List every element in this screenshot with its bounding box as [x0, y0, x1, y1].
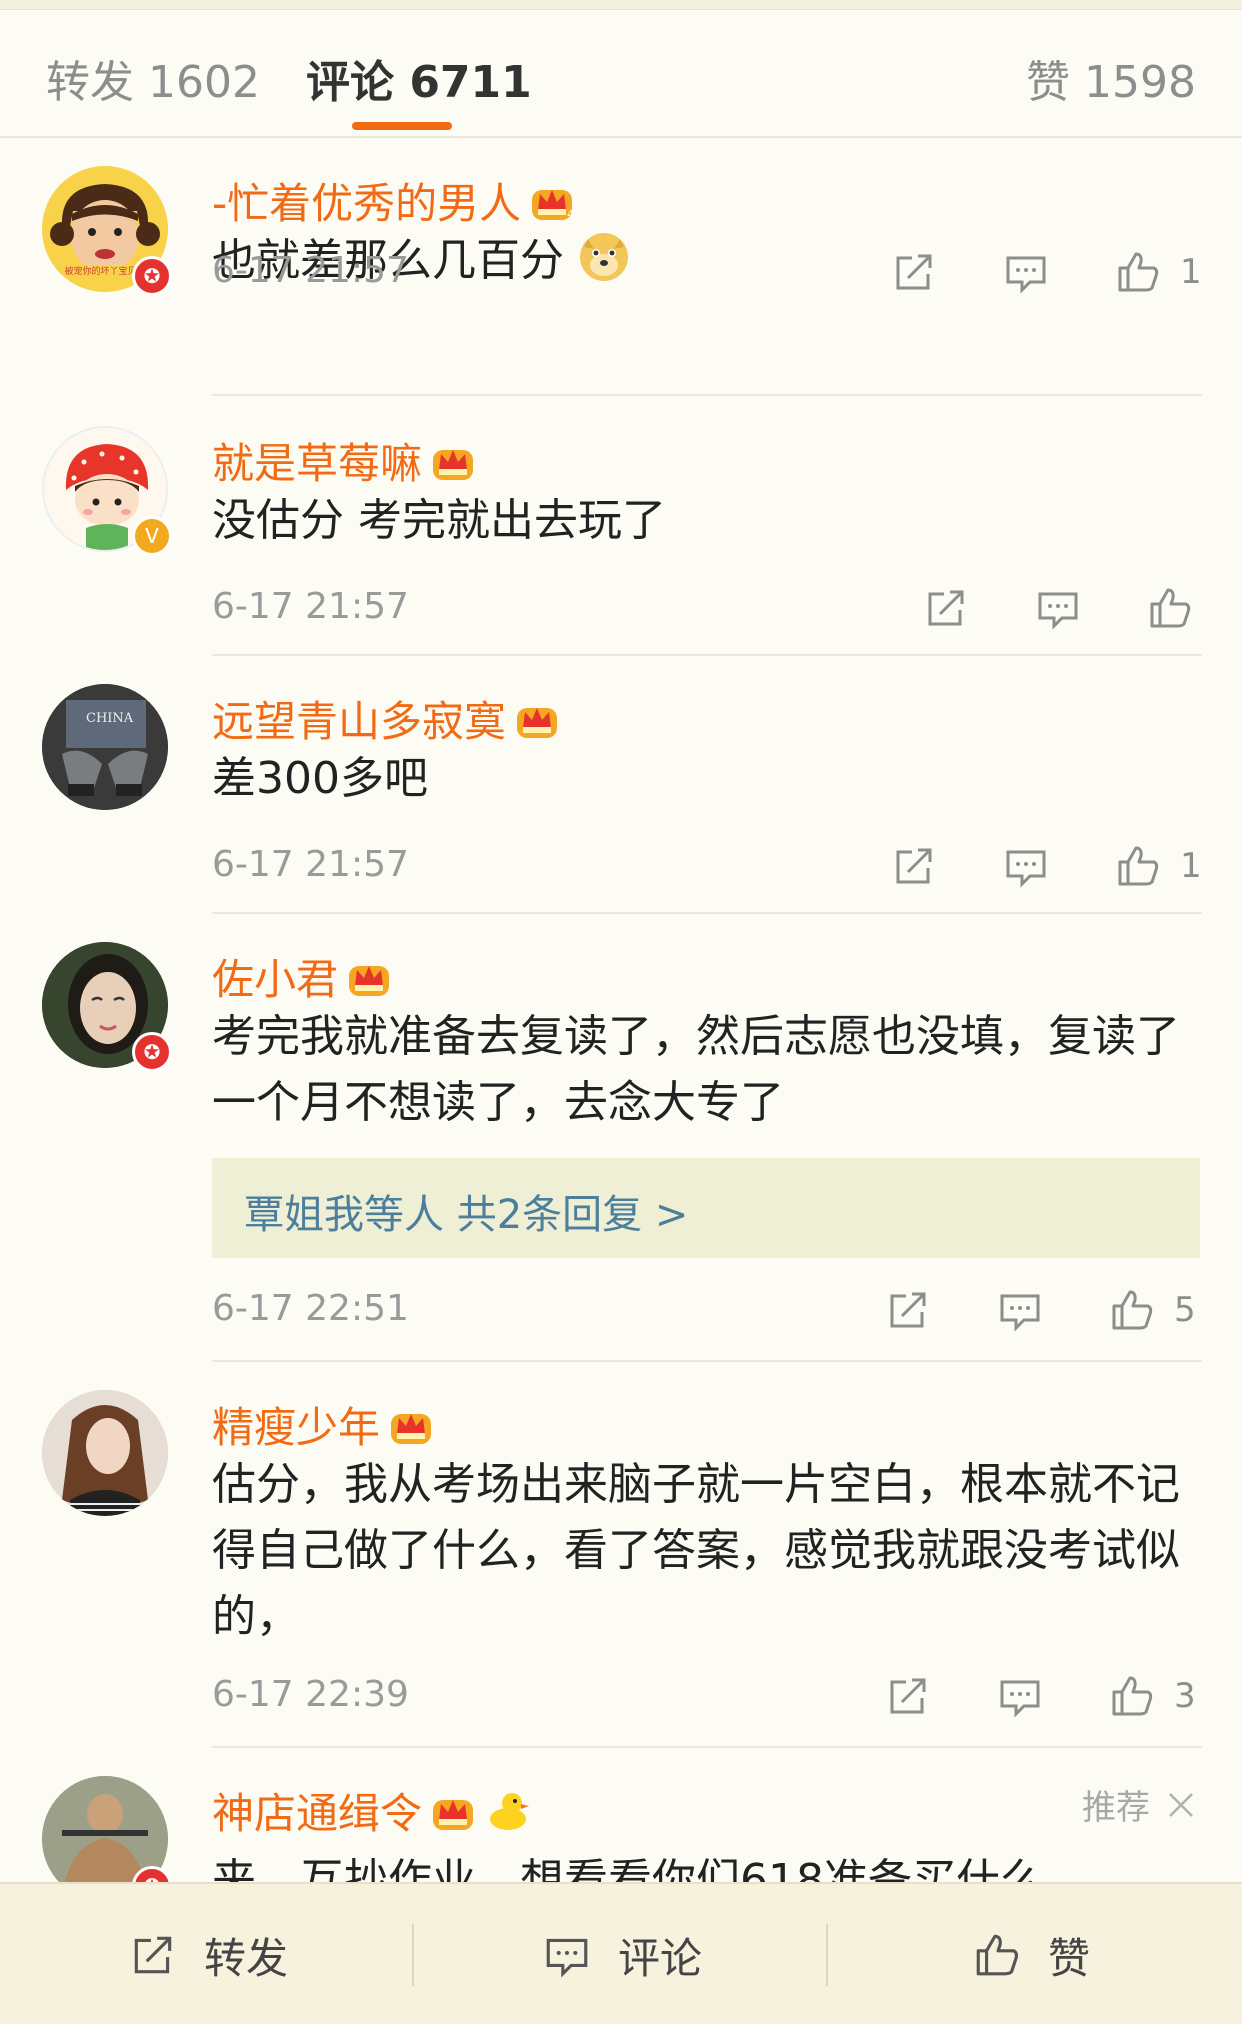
avatar-photo-image [42, 1390, 168, 1516]
like-count: 5 [1174, 1290, 1196, 1330]
like-icon[interactable] [1114, 248, 1162, 296]
like-count: 1 [1180, 252, 1202, 292]
reply-preview-box[interactable]: 覃姐我等人 共2条回复 > [212, 1158, 1200, 1258]
comment-icon[interactable] [996, 1672, 1044, 1720]
username[interactable]: -忙着优秀的男人 [212, 170, 521, 231]
comment-icon [546, 1938, 588, 1978]
comment-text-line: 一个月不想读了，去念大专了 [212, 1077, 784, 1128]
verified-badge-icon: ✪ [132, 1032, 172, 1072]
repost-icon [134, 1936, 172, 1974]
username[interactable]: 远望青山多寂寞 [212, 688, 506, 749]
tab-repost[interactable]: 转发 1602 [46, 46, 260, 110]
like-icon[interactable] [1108, 1286, 1156, 1334]
avatar[interactable] [42, 1390, 168, 1516]
like-icon [976, 1934, 1018, 1976]
comment-time: 6-17 21:57 [212, 844, 409, 885]
vip-crown-icon [433, 449, 474, 480]
comment-icon[interactable] [1002, 248, 1050, 296]
separator [412, 1924, 414, 1986]
comment-actions: 1 [890, 842, 1220, 890]
comment-time: 6-17 22:39 [212, 1674, 409, 1715]
bottom-action-bar: 转发 评论 赞 [0, 1882, 1242, 2024]
divider [212, 1746, 1202, 1748]
repost-icon[interactable] [890, 248, 938, 296]
username[interactable]: 就是草莓嘛 [212, 430, 422, 491]
comment-actions [922, 584, 1202, 632]
avatar[interactable]: CHINA [42, 684, 168, 810]
comment-text-line: 考完我就准备去复读了，然后志愿也没填，复读了 [212, 1011, 1180, 1062]
active-tab-indicator [352, 122, 452, 130]
avatar[interactable]: V [42, 426, 172, 556]
divider [212, 654, 1202, 656]
bottom-comment-label: 评论 [618, 1933, 703, 1983]
repost-icon[interactable] [884, 1286, 932, 1334]
dismiss-close-icon[interactable] [1166, 1790, 1196, 1820]
verified-badge-icon: V [132, 516, 172, 556]
comment-text-line: 得自己做了什么，看了答案，感觉我就跟没考试似 [212, 1525, 1180, 1576]
comment-icon[interactable] [996, 1286, 1044, 1334]
reply-preview-link[interactable]: 覃姐我等人 共2条回复 > [244, 1182, 688, 1240]
avatar[interactable]: ✪ [42, 942, 172, 1072]
repost-icon[interactable] [890, 842, 938, 890]
username[interactable]: 佐小君 [212, 946, 338, 1007]
comment-text-line: 估分，我从考场出来脑子就一片空白，根本就不记 [212, 1459, 1180, 1510]
comment-actions: 1 [890, 248, 1220, 296]
tab-comments[interactable]: 评论 6711 [306, 46, 532, 110]
comment-text-line: 的， [212, 1591, 300, 1642]
comment-icon[interactable] [1034, 584, 1082, 632]
recommend-label: 推荐 [1082, 1788, 1150, 1828]
username[interactable]: 神店通缉令 [212, 1780, 422, 1841]
comment-text: 估分，我从考场出来脑子就一片空白，根本就不记 得自己做了什么，看了答案，感觉我就… [212, 1452, 1202, 1650]
username-row: 精瘦少年 [212, 1394, 434, 1455]
bottom-like-label: 赞 [1048, 1933, 1091, 1983]
comment-page: 转发 1602 评论 6711 赞 1598 被宠你的坏丫宝贝鸭 ✪ -忙着优秀… [0, 0, 1242, 2024]
comment-actions: 3 [884, 1672, 1214, 1720]
vip-crown-icon [349, 965, 390, 996]
comment-text: 差300多吧 [212, 753, 428, 804]
like-icon[interactable] [1146, 584, 1194, 632]
like-icon[interactable] [1108, 1672, 1156, 1720]
avatar-photo-image: CHINA [42, 684, 168, 810]
comment-actions: 5 [884, 1286, 1214, 1334]
bottom-repost-button[interactable]: 转发 [128, 1884, 288, 2024]
comment-text: 考完我就准备去复读了，然后志愿也没填，复读了 一个月不想读了，去念大专了 [212, 1004, 1202, 1136]
vip-crown-icon [517, 707, 558, 738]
avatar-shirt-text: CHINA [86, 711, 134, 726]
username-row: -忙着优秀的男人 4 [212, 170, 575, 231]
bottom-comment-button[interactable]: 评论 [542, 1884, 702, 2024]
username-row: 佐小君 [212, 946, 392, 1007]
like-count: 1 [1180, 846, 1202, 886]
comment-text: 没估分 考完就出去玩了 [212, 495, 666, 546]
like-icon[interactable] [1114, 842, 1162, 890]
divider [212, 912, 1202, 914]
comment-icon[interactable] [1002, 842, 1050, 890]
top-strip [0, 0, 1242, 10]
username-row: 远望青山多寂寞 [212, 688, 560, 749]
comment-time: 6-17 21:57 [212, 250, 409, 291]
divider [212, 1360, 1202, 1362]
separator [826, 1924, 828, 1986]
svg-text:4: 4 [567, 208, 574, 221]
tab-bar: 转发 1602 评论 6711 赞 1598 [0, 10, 1242, 138]
repost-icon[interactable] [922, 584, 970, 632]
bottom-like-button[interactable]: 赞 [972, 1884, 1090, 2024]
avatar[interactable]: 被宠你的坏丫宝贝鸭 ✪ [42, 166, 172, 296]
tab-likes[interactable]: 赞 1598 [1026, 46, 1196, 110]
vip-crown-icon [433, 1799, 474, 1830]
comment-time: 6-17 22:51 [212, 1288, 409, 1329]
verified-badge-icon: ✪ [132, 256, 172, 296]
doge-emoji-icon [580, 233, 628, 281]
username[interactable]: 精瘦少年 [212, 1394, 380, 1455]
bottom-repost-label: 转发 [204, 1933, 289, 1983]
like-count: 3 [1174, 1676, 1196, 1716]
vip-crown-icon [391, 1413, 432, 1444]
comment-time: 6-17 21:57 [212, 586, 409, 627]
duck-badge-icon [490, 1792, 530, 1830]
recommend-tag: 推荐 [1082, 1780, 1196, 1829]
username-row: 神店通缉令 [212, 1780, 530, 1841]
vip-crown-icon: 4 [532, 189, 574, 221]
username-row: 就是草莓嘛 [212, 430, 476, 491]
repost-icon[interactable] [884, 1672, 932, 1720]
divider [212, 394, 1202, 396]
